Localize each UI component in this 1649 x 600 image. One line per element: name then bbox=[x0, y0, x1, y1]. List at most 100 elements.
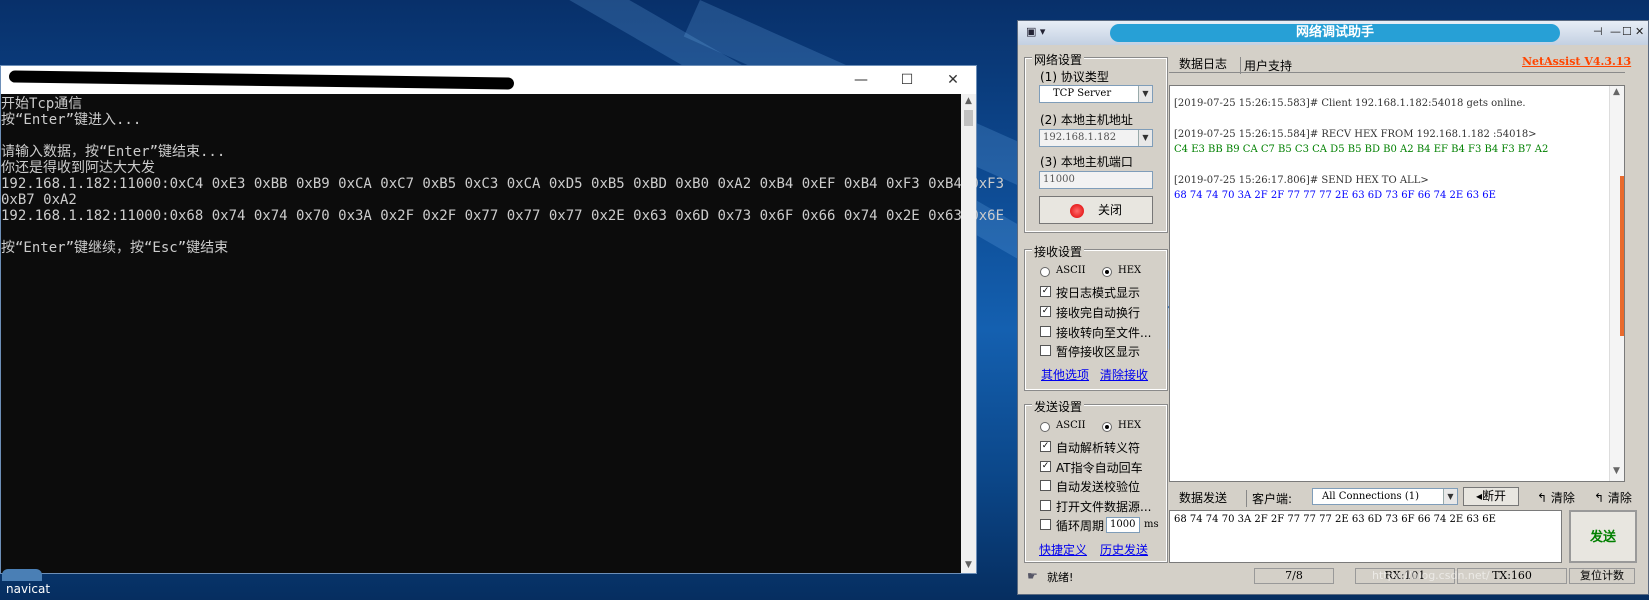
ascii-label: ASCII bbox=[1056, 265, 1086, 276]
console-line: 开始Tcp通信 bbox=[1, 96, 83, 112]
close-connection-button[interactable]: 关闭 bbox=[1039, 196, 1153, 224]
console-line: 请输入数据，按“Enter”键结束... bbox=[1, 144, 226, 160]
tab-divider bbox=[1169, 72, 1625, 73]
scroll-up-arrow-icon[interactable]: ▲ bbox=[961, 94, 976, 109]
scroll-up-arrow-icon[interactable]: ▲ bbox=[1613, 87, 1620, 97]
log-line: [2019-07-25 15:26:17.806]# SEND HEX TO A… bbox=[1174, 175, 1429, 186]
chevron-down-icon[interactable]: ▼ bbox=[1443, 489, 1457, 504]
console-line: 192.168.1.182:11000:0xC4 0xE3 0xBB 0xB9 … bbox=[1, 176, 1005, 192]
console-scrollbar[interactable]: ▲ ▼ bbox=[961, 94, 976, 573]
console-line: 你还是得收到阿达大大发 bbox=[1, 160, 155, 176]
group-title: 网络设置 bbox=[1032, 51, 1085, 68]
history-send-link[interactable]: 历史发送 bbox=[1100, 541, 1148, 558]
console-line: 192.168.1.182:11000:0x68 0x74 0x74 0x70 … bbox=[1, 208, 1005, 224]
loop-period-checkbox[interactable] bbox=[1040, 519, 1051, 530]
log-scrollbar[interactable]: ▲ ▼ bbox=[1609, 86, 1624, 481]
maximize-button[interactable]: ☐ bbox=[1622, 25, 1632, 38]
tab-data-send[interactable]: 数据发送 bbox=[1179, 489, 1227, 506]
auto-newline-checkbox[interactable]: ✓ bbox=[1040, 306, 1051, 317]
pause-display-checkbox[interactable] bbox=[1040, 345, 1051, 356]
log-line: 68 74 74 70 3A 2F 2F 77 77 77 2E 63 6D 7… bbox=[1174, 190, 1496, 201]
hex-label: HEX bbox=[1118, 265, 1142, 276]
clear-all-button[interactable]: ↰ 清除 bbox=[1594, 489, 1632, 506]
log-mode-checkbox[interactable]: ✓ bbox=[1040, 286, 1051, 297]
host-label: (2) 本地主机地址 bbox=[1040, 113, 1133, 127]
option-label: 接收完自动换行 bbox=[1056, 306, 1141, 320]
group-title: 接收设置 bbox=[1032, 243, 1085, 260]
minimize-button[interactable]: — bbox=[843, 70, 879, 90]
disconnect-button[interactable]: ◂断开 bbox=[1463, 487, 1519, 506]
other-options-link[interactable]: 其他选项 bbox=[1041, 366, 1089, 383]
send-hex-radio[interactable] bbox=[1102, 422, 1112, 432]
app-menu-icon[interactable]: ▣ ▾ bbox=[1026, 25, 1045, 38]
red-light-icon bbox=[1069, 203, 1084, 218]
clear-icon: ↰ bbox=[1594, 491, 1608, 505]
quick-define-link[interactable]: 快捷定义 bbox=[1039, 541, 1087, 558]
port-input[interactable]: 11000 bbox=[1039, 171, 1153, 189]
client-label: 客户端: bbox=[1246, 490, 1292, 507]
scroll-thumb[interactable] bbox=[1620, 176, 1624, 336]
ascii-label: ASCII bbox=[1056, 420, 1086, 431]
at-cr-checkbox[interactable]: ✓ bbox=[1040, 461, 1051, 472]
console-titlebar[interactable]: — ☐ ✕ bbox=[1, 66, 976, 94]
scrollbar-thumb[interactable] bbox=[964, 110, 973, 126]
file-source-checkbox[interactable] bbox=[1040, 500, 1051, 511]
send-button[interactable]: 发送 bbox=[1569, 510, 1637, 563]
option-label: 接收转向至文件... bbox=[1056, 326, 1152, 340]
option-label: 按日志模式显示 bbox=[1056, 286, 1141, 300]
client-select[interactable]: All Connections (1) ▼ bbox=[1312, 488, 1458, 505]
watermark: https://blog.csdn.net/ bbox=[1372, 569, 1490, 582]
maximize-button[interactable]: ☐ bbox=[889, 70, 925, 90]
clear-send-button[interactable]: ↰ 清除 bbox=[1537, 489, 1575, 506]
option-label: 打开文件数据源... bbox=[1056, 500, 1152, 514]
close-button[interactable]: ✕ bbox=[935, 70, 971, 90]
console-line: 按“Enter”键继续，按“Esc”键结束 bbox=[1, 240, 229, 256]
scroll-down-arrow-icon[interactable]: ▼ bbox=[961, 558, 976, 573]
chevron-down-icon[interactable]: ▼ bbox=[1138, 86, 1152, 102]
redacted-title-scribble bbox=[8, 70, 515, 90]
send-ascii-radio[interactable] bbox=[1040, 422, 1050, 432]
data-log-area[interactable]: [2019-07-25 15:26:15.583]# Client 192.16… bbox=[1169, 85, 1625, 482]
send-input[interactable]: 68 74 74 70 3A 2F 2F 77 77 77 2E 63 6D 7… bbox=[1169, 510, 1562, 563]
reset-count-button[interactable]: 复位计数 bbox=[1569, 568, 1635, 584]
checksum-checkbox[interactable] bbox=[1040, 480, 1051, 491]
console-output: 开始Tcp通信 按“Enter”键进入... 请输入数据，按“Enter”键结束..… bbox=[1, 94, 1005, 573]
window-title: 网络调试助手 bbox=[1110, 24, 1560, 42]
group-title: 发送设置 bbox=[1032, 398, 1085, 415]
clear-receive-link[interactable]: 清除接收 bbox=[1100, 366, 1148, 383]
console-line: 0xB7 0xA2 bbox=[1, 192, 77, 208]
receive-ascii-radio[interactable] bbox=[1040, 267, 1050, 277]
period-unit: ms bbox=[1144, 519, 1159, 530]
escape-parse-checkbox[interactable]: ✓ bbox=[1040, 441, 1051, 452]
minimize-button[interactable]: — bbox=[1610, 25, 1621, 38]
close-button[interactable]: ✕ bbox=[1635, 25, 1644, 38]
tab-data-log[interactable]: 数据日志 bbox=[1179, 55, 1227, 72]
protocol-select[interactable]: TCP Server ▼ bbox=[1039, 85, 1153, 103]
pin-icon[interactable]: ⊣ bbox=[1593, 25, 1603, 38]
option-label: 循环周期 bbox=[1056, 519, 1105, 533]
redirect-file-checkbox[interactable] bbox=[1040, 326, 1051, 337]
status-count: 7/8 bbox=[1254, 568, 1334, 584]
console-window: — ☐ ✕ 开始Tcp通信 按“Enter”键进入... 请输入数据，按“Enter… bbox=[0, 65, 1005, 574]
navicat-icon[interactable] bbox=[2, 569, 42, 581]
desktop-icon-label[interactable]: navicat bbox=[6, 582, 50, 596]
chevron-down-icon[interactable]: ▼ bbox=[1138, 130, 1152, 146]
log-line: [2019-07-25 15:26:15.583]# Client 192.16… bbox=[1174, 98, 1526, 109]
scroll-down-arrow-icon[interactable]: ▼ bbox=[1613, 466, 1620, 476]
protocol-label: (1) 协议类型 bbox=[1040, 70, 1109, 84]
console-line: 按“Enter”键进入... bbox=[1, 112, 142, 128]
status-ready: 就绪! bbox=[1047, 571, 1074, 584]
version-link[interactable]: NetAssist V4.3.13 bbox=[1522, 55, 1631, 68]
receive-hex-radio[interactable] bbox=[1102, 267, 1112, 277]
period-input[interactable]: 1000 bbox=[1106, 517, 1140, 533]
clear-icon: ↰ bbox=[1537, 491, 1551, 505]
option-label: 自动解析转义符 bbox=[1056, 441, 1141, 455]
option-label: 自动发送校验位 bbox=[1056, 480, 1141, 494]
netassist-titlebar[interactable]: ▣ ▾ 网络调试助手 ⊣ — ☐ ✕ bbox=[1018, 21, 1648, 45]
option-label: AT指令自动回车 bbox=[1056, 461, 1143, 475]
hex-label: HEX bbox=[1118, 420, 1142, 431]
host-address-select[interactable]: 192.168.1.182 ▼ bbox=[1039, 129, 1153, 147]
hand-icon: ☛ bbox=[1027, 569, 1038, 583]
